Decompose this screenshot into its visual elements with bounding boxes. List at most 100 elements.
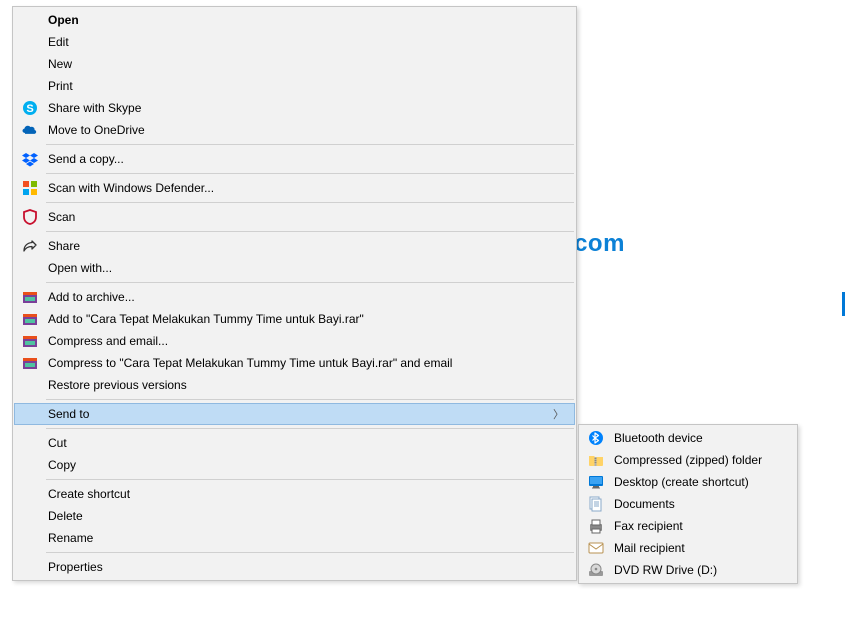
submenu-compressed[interactable]: Compressed (zipped) folder [580, 449, 796, 471]
menu-open[interactable]: Open [14, 9, 575, 31]
submenu-label: Compressed (zipped) folder [608, 453, 762, 467]
menu-scan-defender[interactable]: Scan with Windows Defender... [14, 177, 575, 199]
menu-separator [46, 428, 574, 429]
dvd-drive-icon [584, 561, 608, 579]
menu-label: Open [42, 13, 79, 27]
submenu-label: DVD RW Drive (D:) [608, 563, 717, 577]
menu-create-shortcut[interactable]: Create shortcut [14, 483, 575, 505]
blank-icon [18, 33, 42, 51]
menu-label: Copy [42, 458, 76, 472]
menu-copy[interactable]: Copy [14, 454, 575, 476]
submenu-label: Fax recipient [608, 519, 683, 533]
blank-icon [18, 11, 42, 29]
menu-label: Send to [42, 407, 89, 421]
blank-icon [18, 376, 42, 394]
menu-share-skype[interactable]: S Share with Skype [14, 97, 575, 119]
menu-label: Edit [42, 35, 69, 49]
menu-label: Properties [42, 560, 103, 574]
blank-icon [18, 434, 42, 452]
menu-share[interactable]: Share [14, 235, 575, 257]
blank-icon [18, 456, 42, 474]
menu-label: Open with... [42, 261, 112, 275]
mail-icon [584, 539, 608, 557]
share-icon [18, 237, 42, 255]
menu-delete[interactable]: Delete [14, 505, 575, 527]
blank-icon [18, 405, 42, 423]
submenu-label: Mail recipient [608, 541, 685, 555]
desktop-icon [584, 473, 608, 491]
documents-icon [584, 495, 608, 513]
menu-label: Add to archive... [42, 290, 135, 304]
menu-move-onedrive[interactable]: Move to OneDrive [14, 119, 575, 141]
menu-compress-email[interactable]: Compress and email... [14, 330, 575, 352]
blank-icon [18, 507, 42, 525]
menu-separator [46, 282, 574, 283]
onedrive-icon [18, 121, 42, 139]
menu-label: Compress to "Cara Tepat Melakukan Tummy … [42, 356, 452, 370]
svg-text:S: S [26, 103, 33, 115]
menu-label: Delete [42, 509, 83, 523]
blank-icon [18, 259, 42, 277]
submenu-dvd-drive[interactable]: DVD RW Drive (D:) [580, 559, 796, 581]
menu-send-copy[interactable]: Send a copy... [14, 148, 575, 170]
menu-print[interactable]: Print [14, 75, 575, 97]
submenu-label: Desktop (create shortcut) [608, 475, 749, 489]
submenu-fax[interactable]: Fax recipient [580, 515, 796, 537]
menu-label: Restore previous versions [42, 378, 187, 392]
submenu-bluetooth[interactable]: Bluetooth device [580, 427, 796, 449]
menu-separator [46, 552, 574, 553]
menu-compress-to-email[interactable]: Compress to "Cara Tepat Melakukan Tummy … [14, 352, 575, 374]
send-to-submenu: Bluetooth device Compressed (zipped) fol… [578, 424, 798, 584]
submenu-mail[interactable]: Mail recipient [580, 537, 796, 559]
menu-separator [46, 231, 574, 232]
menu-label: Scan with Windows Defender... [42, 181, 214, 195]
menu-label: Share with Skype [42, 101, 141, 115]
menu-separator [46, 479, 574, 480]
menu-label: Scan [42, 210, 75, 224]
submenu-desktop[interactable]: Desktop (create shortcut) [580, 471, 796, 493]
menu-label: Share [42, 239, 80, 253]
fax-icon [584, 517, 608, 535]
menu-send-to[interactable]: Send to 〉 [14, 403, 575, 425]
blank-icon [18, 55, 42, 73]
bluetooth-icon [584, 429, 608, 447]
menu-separator [46, 399, 574, 400]
menu-new[interactable]: New [14, 53, 575, 75]
blank-icon [18, 485, 42, 503]
blank-icon [18, 529, 42, 547]
blank-icon [18, 558, 42, 576]
winrar-icon [18, 354, 42, 372]
submenu-label: Documents [608, 497, 675, 511]
menu-separator [46, 173, 574, 174]
submenu-label: Bluetooth device [608, 431, 703, 445]
menu-label: Move to OneDrive [42, 123, 145, 137]
menu-label: Compress and email... [42, 334, 168, 348]
blank-icon [18, 77, 42, 95]
menu-add-to-rar[interactable]: Add to "Cara Tepat Melakukan Tummy Time … [14, 308, 575, 330]
menu-label: New [42, 57, 72, 71]
submenu-arrow-icon: 〉 [553, 406, 564, 422]
defender-icon [18, 179, 42, 197]
winrar-icon [18, 332, 42, 350]
zip-folder-icon [584, 451, 608, 469]
menu-label: Create shortcut [42, 487, 130, 501]
submenu-documents[interactable]: Documents [580, 493, 796, 515]
winrar-icon [18, 288, 42, 306]
menu-cut[interactable]: Cut [14, 432, 575, 454]
dropbox-icon [18, 150, 42, 168]
mcafee-icon [18, 208, 42, 226]
menu-label: Add to "Cara Tepat Melakukan Tummy Time … [42, 312, 364, 326]
menu-add-archive[interactable]: Add to archive... [14, 286, 575, 308]
menu-rename[interactable]: Rename [14, 527, 575, 549]
menu-label: Print [42, 79, 73, 93]
menu-separator [46, 144, 574, 145]
menu-open-with[interactable]: Open with... [14, 257, 575, 279]
menu-restore-previous[interactable]: Restore previous versions [14, 374, 575, 396]
menu-scan[interactable]: Scan [14, 206, 575, 228]
menu-label: Cut [42, 436, 67, 450]
menu-separator [46, 202, 574, 203]
menu-label: Rename [42, 531, 93, 545]
menu-label: Send a copy... [42, 152, 124, 166]
menu-edit[interactable]: Edit [14, 31, 575, 53]
menu-properties[interactable]: Properties [14, 556, 575, 578]
